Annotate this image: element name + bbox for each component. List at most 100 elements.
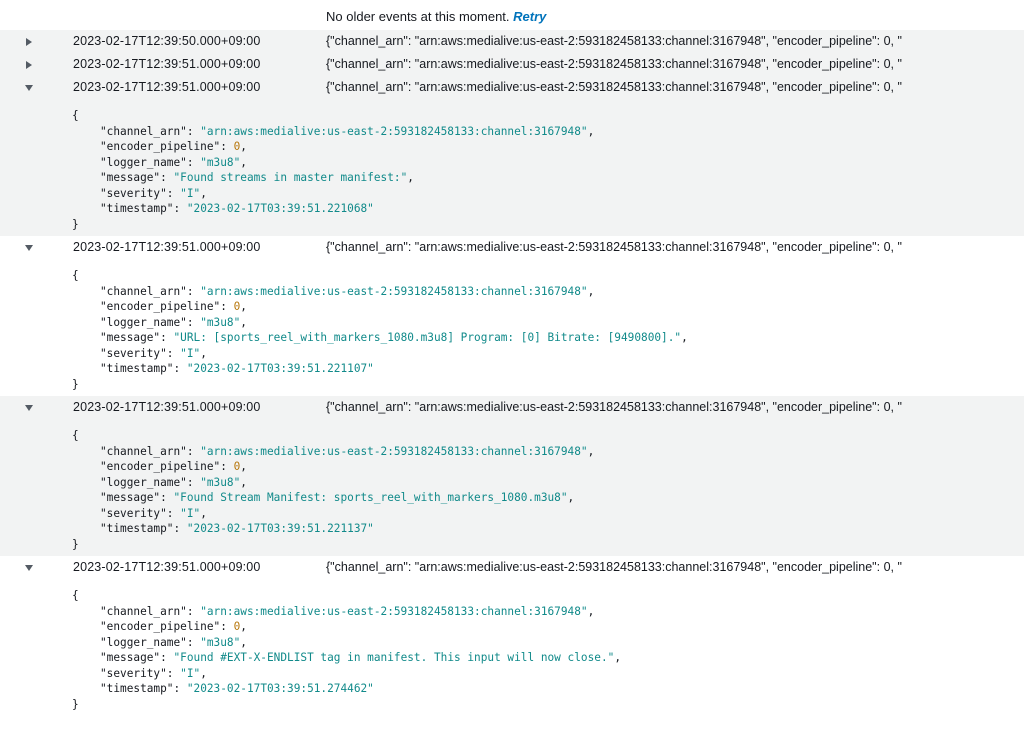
json-key: "channel_arn" bbox=[100, 604, 187, 618]
no-older-events-notice: No older events at this moment. Retry bbox=[0, 0, 1024, 30]
event-timestamp: 2023-02-17T12:39:51.000+09:00 bbox=[73, 57, 261, 71]
json-value: "2023-02-17T03:39:51.221068" bbox=[186, 202, 374, 215]
caret-down-icon[interactable] bbox=[23, 76, 35, 99]
caret-down-icon[interactable] bbox=[23, 556, 35, 579]
json-value: 0 bbox=[233, 460, 241, 473]
caret-right-icon[interactable] bbox=[23, 53, 35, 76]
json-field: "channel_arn": "arn:aws:medialive:us-eas… bbox=[100, 444, 595, 458]
json-key: "severity" bbox=[100, 666, 167, 680]
log-events-list: 2023-02-17T12:39:50.000+09:00 { "channel_a… bbox=[0, 30, 1024, 716]
event-timestamp: 2023-02-17T12:39:50.000+09:00 bbox=[73, 34, 261, 48]
json-value: "2023-02-17T03:39:51.221107" bbox=[186, 362, 374, 375]
json-field: "encoder_pipeline": 0, bbox=[100, 300, 247, 313]
json-key: "encoder_pipeline" bbox=[100, 620, 221, 633]
log-event: 2023-02-17T12:39:51.000+09:00 { "channel_a… bbox=[0, 556, 1024, 716]
log-event: 2023-02-17T12:39:51.000+09:00 { "channel_a… bbox=[0, 76, 1024, 236]
json-key: "message" bbox=[100, 331, 161, 344]
event-message: {"channel_arn": "arn:aws:medialive:us-ea… bbox=[326, 400, 902, 414]
json-field: "channel_arn": "arn:aws:medialive:us-eas… bbox=[100, 604, 595, 618]
json-field: "logger_name": "m3u8", bbox=[100, 635, 247, 649]
event-timestamp: 2023-02-17T12:39:51.000+09:00 bbox=[73, 400, 261, 414]
json-value: "I" bbox=[180, 346, 201, 360]
json-key: "severity" bbox=[100, 506, 167, 520]
event-timestamp: 2023-02-17T12:39:51.000+09:00 bbox=[73, 560, 261, 574]
log-event-row[interactable]: 2023-02-17T12:39:51.000+09:00 {"channel_a… bbox=[0, 236, 1024, 259]
json-key: "channel_arn" bbox=[100, 124, 187, 138]
event-json-detail: { "channel_arn": "arn:aws:medialive:us-ea… bbox=[0, 259, 1024, 396]
json-key: "timestamp" bbox=[100, 522, 174, 535]
log-event: 2023-02-17T12:39:51.000+09:00 {"channel_a… bbox=[0, 53, 1024, 76]
json-field: "logger_name": "m3u8", bbox=[100, 475, 247, 489]
json-field: "severity": "I", bbox=[100, 186, 207, 200]
event-message: {"channel_arn": "arn:aws:medialive:us-ea… bbox=[326, 560, 902, 574]
log-event-row[interactable]: 2023-02-17T12:39:50.000+09:00 {"channel_a… bbox=[0, 30, 1024, 53]
json-open-brace: { bbox=[72, 109, 79, 122]
event-timestamp: 2023-02-17T12:39:51.000+09:00 bbox=[73, 80, 261, 94]
json-field: "channel_arn": "arn:aws:medialive:us-eas… bbox=[100, 124, 595, 138]
json-value: "arn:aws:medialive:us-east-2:59318245813… bbox=[200, 444, 588, 458]
log-event: 2023-02-17T12:39:51.000+09:00 { "channel_a… bbox=[0, 396, 1024, 556]
event-message: {"channel_arn": "arn:aws:medialive:us-ea… bbox=[326, 57, 902, 71]
json-value: "URL: [sports_reel_with_markers_1080.m3u… bbox=[173, 331, 682, 344]
json-value: 0 bbox=[233, 620, 241, 633]
json-open-brace: { bbox=[72, 269, 79, 282]
log-event-row[interactable]: 2023-02-17T12:39:51.000+09:00 {"channel_a… bbox=[0, 76, 1024, 99]
json-value: "m3u8" bbox=[200, 155, 241, 169]
json-key: "timestamp" bbox=[100, 202, 174, 215]
json-field: "message": "Found streams in master mani… bbox=[100, 171, 414, 184]
json-field: "logger_name": "m3u8", bbox=[100, 315, 247, 329]
json-value: "I" bbox=[180, 186, 201, 200]
json-field: "channel_arn": "arn:aws:medialive:us-eas… bbox=[100, 284, 595, 298]
json-key: "logger_name" bbox=[100, 475, 187, 489]
json-field: "severity": "I", bbox=[100, 506, 207, 520]
json-value: 0 bbox=[233, 140, 241, 153]
json-field: "message": "Found Stream Manifest: sport… bbox=[100, 491, 575, 504]
event-json-detail: { "channel_arn": "arn:aws:medialive:us-ea… bbox=[0, 419, 1024, 556]
json-value: "m3u8" bbox=[200, 635, 241, 649]
json-value: "Found streams in master manifest:" bbox=[173, 171, 408, 184]
json-field: "encoder_pipeline": 0, bbox=[100, 460, 247, 473]
json-value: "Found Stream Manifest: sports_reel_with… bbox=[173, 491, 568, 504]
log-event-row[interactable]: 2023-02-17T12:39:51.000+09:00 {"channel_a… bbox=[0, 53, 1024, 76]
json-field: "encoder_pipeline": 0, bbox=[100, 620, 247, 633]
log-event-row[interactable]: 2023-02-17T12:39:51.000+09:00 {"channel_a… bbox=[0, 396, 1024, 419]
retry-link[interactable]: Retry bbox=[513, 9, 546, 24]
json-value: "Found #EXT-X-ENDLIST tag in manifest. T… bbox=[173, 651, 615, 664]
json-field: "timestamp": "2023-02-17T03:39:51.221068… bbox=[100, 202, 374, 215]
json-key: "message" bbox=[100, 651, 161, 664]
json-value: "2023-02-17T03:39:51.274462" bbox=[186, 682, 374, 695]
caret-down-icon[interactable] bbox=[23, 396, 35, 419]
json-value: "I" bbox=[180, 666, 201, 680]
event-json-detail: { "channel_arn": "arn:aws:medialive:us-ea… bbox=[0, 579, 1024, 716]
json-field: "message": "Found #EXT-X-ENDLIST tag in … bbox=[100, 651, 621, 664]
json-open-brace: { bbox=[72, 589, 79, 602]
json-key: "logger_name" bbox=[100, 155, 187, 169]
json-key: "message" bbox=[100, 171, 161, 184]
json-close-brace: } bbox=[72, 697, 79, 711]
caret-down-icon[interactable] bbox=[23, 236, 35, 259]
json-value: 0 bbox=[233, 300, 241, 313]
json-key: "logger_name" bbox=[100, 315, 187, 329]
json-value: "arn:aws:medialive:us-east-2:59318245813… bbox=[200, 604, 588, 618]
json-value: "m3u8" bbox=[200, 315, 241, 329]
json-close-brace: } bbox=[72, 217, 79, 231]
json-key: "encoder_pipeline" bbox=[100, 460, 221, 473]
log-event: 2023-02-17T12:39:51.000+09:00 {"channel_a… bbox=[0, 236, 1024, 396]
json-value: "arn:aws:medialive:us-east-2:59318245813… bbox=[200, 124, 588, 138]
json-field: "message": "URL: [sports_reel_with_marke… bbox=[100, 331, 688, 344]
json-key: "encoder_pipeline" bbox=[100, 140, 221, 153]
json-value: "m3u8" bbox=[200, 475, 241, 489]
json-field: "severity": "I", bbox=[100, 346, 207, 360]
json-field: "encoder_pipeline": 0, bbox=[100, 140, 247, 153]
json-open-brace: { bbox=[72, 429, 79, 442]
event-message: {"channel_arn": "arn:aws:medialive:us-ea… bbox=[326, 34, 902, 48]
json-key: "timestamp" bbox=[100, 682, 174, 695]
json-close-brace: } bbox=[72, 377, 79, 391]
json-value: "I" bbox=[180, 506, 201, 520]
log-event-row[interactable]: 2023-02-17T12:39:51.000+09:00 {"channel_a… bbox=[0, 556, 1024, 579]
json-field: "timestamp": "2023-02-17T03:39:51.221107… bbox=[100, 362, 374, 375]
notice-text: No older events at this moment. bbox=[326, 9, 510, 24]
caret-right-icon[interactable] bbox=[23, 30, 35, 53]
json-close-brace: } bbox=[72, 537, 79, 551]
json-key: "severity" bbox=[100, 186, 167, 200]
